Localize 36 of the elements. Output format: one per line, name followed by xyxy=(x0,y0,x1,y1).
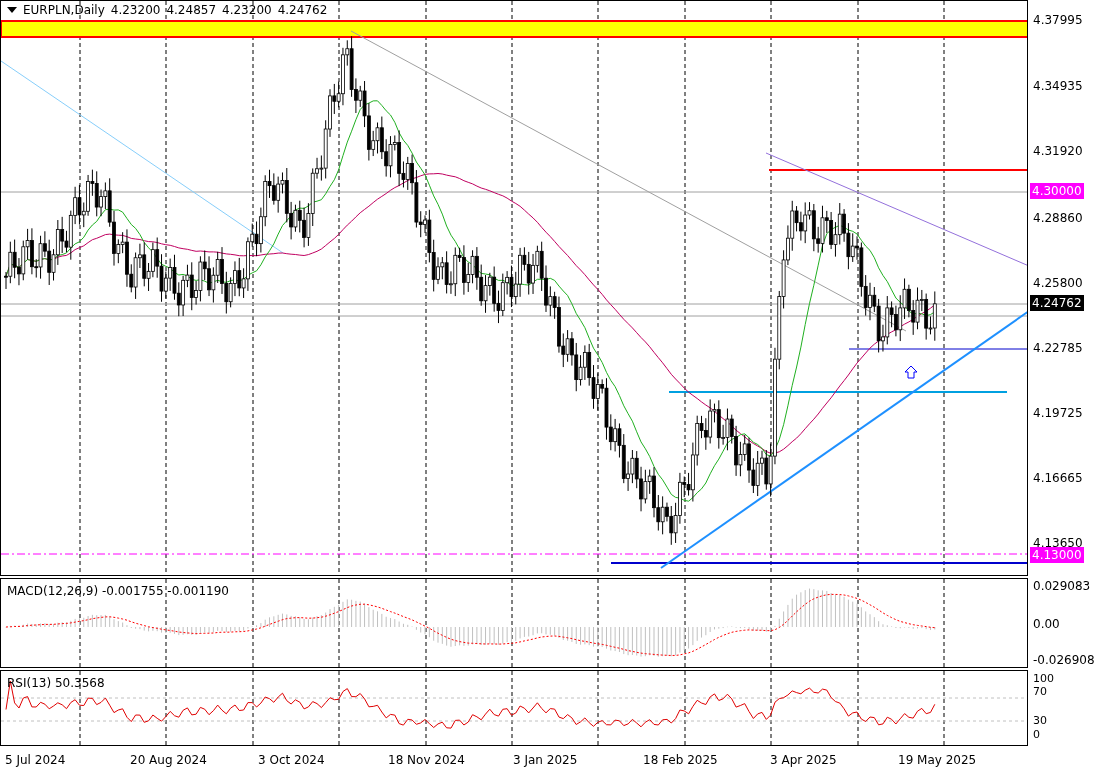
symbol-timeframe: EURPLN,Daily xyxy=(23,3,105,17)
date-label: 20 Aug 2024 xyxy=(130,753,207,767)
price-label: 4.31920 xyxy=(1032,143,1084,159)
open-price: 4.23200 xyxy=(110,3,161,17)
close-price: 4.24762 xyxy=(277,3,328,17)
date-label: 3 Apr 2025 xyxy=(770,753,837,767)
date-label: 5 Jul 2024 xyxy=(5,753,66,767)
date-label: 18 Nov 2024 xyxy=(388,753,465,767)
price-label: 4.34935 xyxy=(1032,78,1084,94)
low-price: 4.23200 xyxy=(222,3,272,17)
price-marker: 4.24762 xyxy=(1030,295,1084,311)
macd-axis-label: 0.029083 xyxy=(1032,578,1092,594)
price-label: 4.13650 xyxy=(1032,535,1084,550)
up-arrow-icon xyxy=(904,365,918,379)
date-label: 19 May 2025 xyxy=(898,753,977,767)
rsi-axis-label: 70 xyxy=(1032,685,1048,699)
rsi-title: RSI(13) 50.3568 xyxy=(7,676,105,690)
date-label: 3 Jan 2025 xyxy=(513,753,578,767)
price-marker: 4.30000 xyxy=(1030,183,1084,199)
date-label: 3 Oct 2024 xyxy=(258,753,325,767)
rsi-axis-label: 30 xyxy=(1032,714,1048,728)
price-label: 4.28860 xyxy=(1032,210,1084,226)
price-label: 4.37995 xyxy=(1032,12,1084,28)
price-label: 4.19725 xyxy=(1032,405,1084,421)
rsi-axis-label: 100 xyxy=(1032,672,1055,686)
price-label: 4.16665 xyxy=(1032,470,1084,486)
macd-axis-label: -0.026908 xyxy=(1032,652,1096,668)
macd-axis-label: 0.00 xyxy=(1032,616,1061,632)
price-label: 4.22785 xyxy=(1032,340,1084,356)
rsi-axis-label: 0 xyxy=(1032,728,1041,742)
high-price: 4.24857 xyxy=(166,3,217,17)
price-label: 4.25800 xyxy=(1032,275,1084,291)
macd-title: MACD(12,26,9) -0.001755 -0.001190 xyxy=(7,584,229,598)
price-marker: 4.13000 xyxy=(1030,547,1084,563)
date-label: 18 Feb 2025 xyxy=(643,753,718,767)
dropdown-triangle-icon[interactable] xyxy=(7,7,17,13)
